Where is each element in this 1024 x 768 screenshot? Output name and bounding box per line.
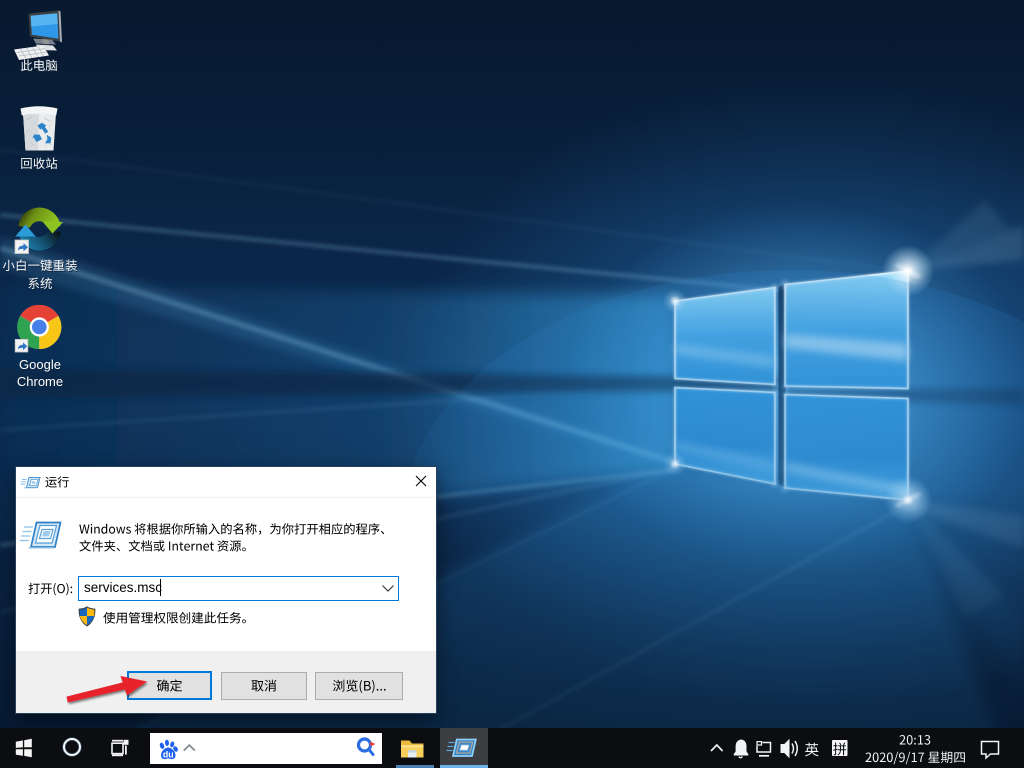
svg-text:du: du [163,749,174,759]
